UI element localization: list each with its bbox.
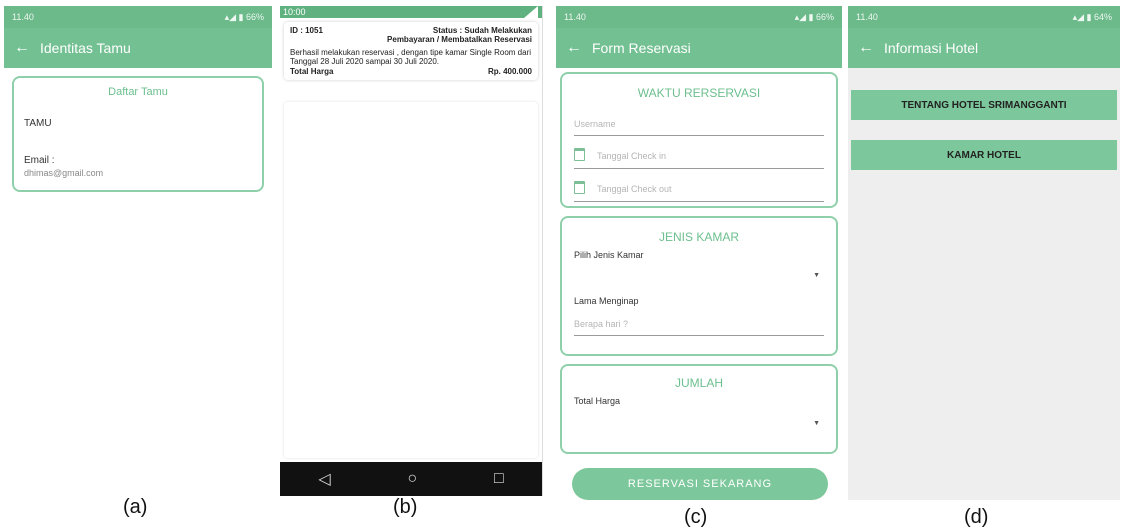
- status-bar: 11.40 ▴◢ ▮ 66%: [4, 6, 272, 28]
- caption-a: (a): [123, 496, 148, 518]
- waktu-title: WAKTU RERSERVASI: [637, 86, 761, 100]
- username-input[interactable]: Username: [574, 114, 824, 136]
- page-title: Form Reservasi: [592, 40, 691, 56]
- app-bar: ← Informasi Hotel: [848, 28, 1120, 68]
- guest-card: Daftar Tamu TAMU Email : dhimas@gmail.co…: [12, 76, 264, 192]
- status-icons: ▴◢ ▮ 64%: [1072, 11, 1112, 22]
- status-icons: ▴◢ ▮ 66%: [224, 11, 264, 22]
- total-label: Total Harga: [574, 396, 621, 406]
- checkout-field[interactable]: Tanggal Check out: [574, 179, 824, 202]
- content-area: [284, 102, 538, 458]
- email-value: dhimas@gmail.com: [24, 168, 104, 178]
- lama-label: Lama Menginap: [574, 296, 639, 306]
- back-arrow-icon[interactable]: ←: [566, 39, 592, 57]
- app-bar: ← Identitas Tamu: [4, 28, 272, 68]
- kamar-hotel-label: KAMAR HOTEL: [947, 149, 1021, 161]
- status-bar: 11.40 ▴◢ ▮ 64%: [848, 6, 1120, 28]
- phone-c-screen: 11.40 ▴◢ ▮ 66% ← Form Reservasi WAKTU RE…: [556, 6, 842, 506]
- status-bar: 11.40 ▴◢ ▮ 66%: [556, 6, 842, 28]
- room-type-select[interactable]: ▼: [574, 260, 824, 282]
- phone-b-screen: 10:00 ID : 1051 Status : Sudah Melakukan…: [280, 6, 543, 496]
- calendar-icon: [574, 148, 585, 162]
- total-row: Total Harga Rp. 400.000: [290, 67, 532, 76]
- pilih-label: Pilih Jenis Kamar: [574, 250, 644, 260]
- reservasi-button-label: RESERVASI SEKARANG: [627, 478, 773, 490]
- jumlah-title: JUMLAH: [674, 376, 723, 390]
- reservation-card: ID : 1051 Status : Sudah Melakukan Pembay…: [284, 22, 538, 81]
- checkin-field[interactable]: Tanggal Check in: [574, 146, 824, 169]
- reservation-header: ID : 1051 Status : Sudah Melakukan Pembay…: [290, 26, 532, 44]
- phone-a-screen: 11.40 ▴◢ ▮ 66% ← Identitas Tamu Daftar T…: [4, 6, 272, 476]
- page-title: Identitas Tamu: [40, 40, 131, 56]
- reservation-message: Berhasil melakukan reservasi , dengan ti…: [290, 48, 532, 67]
- status-bar: 10:00: [280, 6, 542, 18]
- caption-b: (b): [393, 496, 418, 518]
- total-value: Rp. 400.000: [487, 67, 532, 77]
- calendar-icon: [574, 181, 585, 195]
- nav-back-icon[interactable]: ◁: [318, 469, 330, 489]
- dropdown-arrow-icon: ▼: [813, 272, 820, 279]
- status-icons: ▴◢ ▮ 66%: [794, 11, 834, 22]
- nav-home-icon[interactable]: ○: [407, 470, 417, 488]
- jenis-title: JENIS KAMAR: [658, 230, 739, 244]
- back-arrow-icon[interactable]: ←: [858, 39, 884, 57]
- dropdown-arrow-icon: ▼: [813, 420, 820, 427]
- phone-d-screen: 11.40 ▴◢ ▮ 64% ← Informasi Hotel TENTANG…: [848, 6, 1120, 500]
- status-time: 11.40: [856, 12, 878, 22]
- status-time: 10:00: [283, 7, 306, 17]
- status-time: 11.40: [12, 12, 34, 22]
- tentang-hotel-label: TENTANG HOTEL SRIMANGGANTI: [901, 99, 1067, 111]
- total-select[interactable]: ▼: [574, 406, 824, 436]
- reservation-status: Status : Sudah Melakukan Pembayaran / Mem…: [387, 26, 532, 44]
- email-label: Email :: [24, 155, 55, 166]
- guest-name: TAMU: [24, 118, 52, 129]
- status-time: 11.40: [564, 12, 586, 22]
- signal-icon: [524, 6, 538, 18]
- tentang-hotel-button[interactable]: TENTANG HOTEL SRIMANGGANTI: [851, 90, 1117, 120]
- reservasi-sekarang-button[interactable]: RESERVASI SEKARANG: [572, 468, 828, 500]
- system-nav-bar: ◁ ○ □: [280, 462, 542, 496]
- reservation-id: ID : 1051: [290, 26, 323, 35]
- app-bar: ← Form Reservasi: [556, 28, 842, 68]
- nav-recent-icon[interactable]: □: [494, 470, 504, 488]
- jenis-card: JENIS KAMAR Pilih Jenis Kamar ▼ Lama Men…: [560, 216, 838, 356]
- card-title: Daftar Tamu: [108, 86, 168, 98]
- caption-d: (d): [964, 506, 989, 528]
- jumlah-card: JUMLAH Total Harga ▼: [560, 364, 838, 454]
- back-arrow-icon[interactable]: ←: [14, 39, 40, 57]
- total-label: Total Harga: [290, 67, 334, 77]
- page-title: Informasi Hotel: [884, 40, 979, 56]
- kamar-hotel-button[interactable]: KAMAR HOTEL: [851, 140, 1117, 170]
- caption-c: (c): [684, 506, 708, 528]
- waktu-card: WAKTU RERSERVASI Username Tanggal Check …: [560, 72, 838, 208]
- lama-input[interactable]: Berapa hari ?: [574, 314, 824, 336]
